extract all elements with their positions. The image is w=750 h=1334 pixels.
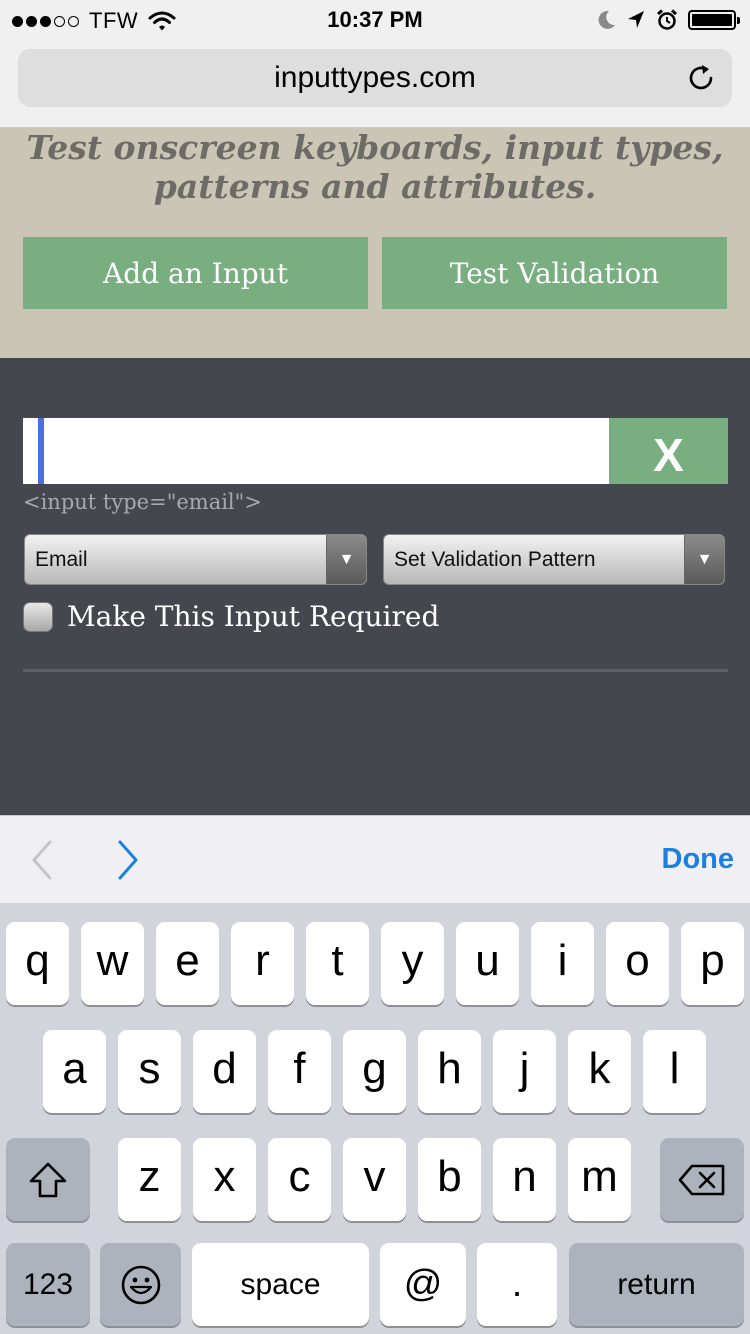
emoji-icon bbox=[121, 1265, 160, 1304]
dropdown-arrow-icon: ▼ bbox=[326, 535, 366, 584]
key-z[interactable]: z bbox=[118, 1138, 181, 1221]
key-h[interactable]: h bbox=[418, 1030, 481, 1113]
key-q[interactable]: q bbox=[6, 922, 69, 1005]
return-key[interactable]: return bbox=[569, 1243, 744, 1326]
key-j[interactable]: j bbox=[493, 1030, 556, 1113]
key-y[interactable]: y bbox=[381, 922, 444, 1005]
key-p[interactable]: p bbox=[681, 922, 744, 1005]
dropdown-arrow-icon: ▼ bbox=[684, 535, 724, 584]
input-type-select[interactable]: Email ▼ bbox=[24, 534, 367, 585]
url-text: inputtypes.com bbox=[274, 61, 476, 94]
test-validation-button[interactable]: Test Validation bbox=[382, 237, 727, 309]
remove-input-button[interactable]: X bbox=[609, 418, 728, 484]
text-caret bbox=[38, 418, 44, 484]
delete-key[interactable] bbox=[660, 1138, 744, 1221]
required-checkbox[interactable] bbox=[23, 601, 53, 632]
battery-icon bbox=[688, 10, 740, 30]
key-x[interactable]: x bbox=[193, 1138, 256, 1221]
keyboard: q w e r t y u i o p a s d f g h j k l z … bbox=[0, 903, 750, 1334]
key-g[interactable]: g bbox=[343, 1030, 406, 1113]
key-a[interactable]: a bbox=[43, 1030, 106, 1113]
key-i[interactable]: i bbox=[531, 922, 594, 1005]
key-k[interactable]: k bbox=[568, 1030, 631, 1113]
key-v[interactable]: v bbox=[343, 1138, 406, 1221]
validation-pattern-select[interactable]: Set Validation Pattern ▼ bbox=[383, 534, 725, 585]
address-bar[interactable]: inputtypes.com bbox=[18, 49, 732, 107]
previous-field-icon[interactable] bbox=[28, 838, 58, 882]
key-d[interactable]: d bbox=[193, 1030, 256, 1113]
divider bbox=[23, 669, 728, 672]
tagline-line-1: Test onscreen keyboards, input types, bbox=[26, 128, 724, 167]
browser-toolbar: inputtypes.com bbox=[0, 40, 750, 128]
input-type-caption: <input type="email"> bbox=[23, 490, 262, 514]
done-button[interactable]: Done bbox=[662, 843, 735, 876]
emoji-key[interactable] bbox=[100, 1243, 181, 1326]
key-u[interactable]: u bbox=[456, 922, 519, 1005]
keyboard-accessory-bar: Done bbox=[0, 815, 750, 903]
key-m[interactable]: m bbox=[568, 1138, 631, 1221]
numbers-key[interactable]: 123 bbox=[6, 1243, 90, 1326]
validation-pattern-select-value: Set Validation Pattern bbox=[394, 548, 596, 571]
alarm-icon bbox=[657, 9, 677, 30]
shift-icon bbox=[29, 1162, 67, 1197]
reload-icon[interactable] bbox=[686, 63, 716, 93]
email-input[interactable] bbox=[23, 418, 609, 484]
shift-key[interactable] bbox=[6, 1138, 90, 1221]
key-n[interactable]: n bbox=[493, 1138, 556, 1221]
status-right bbox=[596, 9, 740, 31]
key-w[interactable]: w bbox=[81, 922, 144, 1005]
key-b[interactable]: b bbox=[418, 1138, 481, 1221]
add-input-button[interactable]: Add an Input bbox=[23, 237, 368, 309]
status-bar: TFW 10:37 PM bbox=[0, 0, 750, 40]
required-label[interactable]: Make This Input Required bbox=[67, 600, 439, 633]
backspace-icon bbox=[678, 1164, 725, 1195]
input-type-select-value: Email bbox=[35, 548, 88, 571]
tagline-line-2: patterns and attributes. bbox=[153, 167, 597, 206]
key-o[interactable]: o bbox=[606, 922, 669, 1005]
key-t[interactable]: t bbox=[306, 922, 369, 1005]
key-s[interactable]: s bbox=[118, 1030, 181, 1113]
carrier-name: TFW bbox=[89, 8, 139, 33]
moon-icon bbox=[598, 10, 615, 29]
next-field-icon[interactable] bbox=[112, 838, 142, 882]
key-l[interactable]: l bbox=[643, 1030, 706, 1113]
location-icon bbox=[628, 11, 644, 28]
input-panel: X <input type="email"> Email ▼ Set Valid… bbox=[0, 358, 750, 815]
page-header: Test onscreen keyboards, input types, pa… bbox=[0, 128, 750, 358]
required-option: Make This Input Required bbox=[23, 600, 439, 633]
key-f[interactable]: f bbox=[268, 1030, 331, 1113]
key-c[interactable]: c bbox=[268, 1138, 331, 1221]
dot-key[interactable]: . bbox=[477, 1243, 557, 1326]
signal-strength-icon bbox=[12, 15, 79, 27]
tagline: Test onscreen keyboards, input types, pa… bbox=[0, 128, 750, 206]
key-e[interactable]: e bbox=[156, 922, 219, 1005]
status-left: TFW bbox=[12, 8, 176, 34]
space-key[interactable]: space bbox=[192, 1243, 369, 1326]
wifi-icon bbox=[148, 11, 176, 31]
at-key[interactable]: @ bbox=[380, 1243, 466, 1326]
key-r[interactable]: r bbox=[231, 922, 294, 1005]
